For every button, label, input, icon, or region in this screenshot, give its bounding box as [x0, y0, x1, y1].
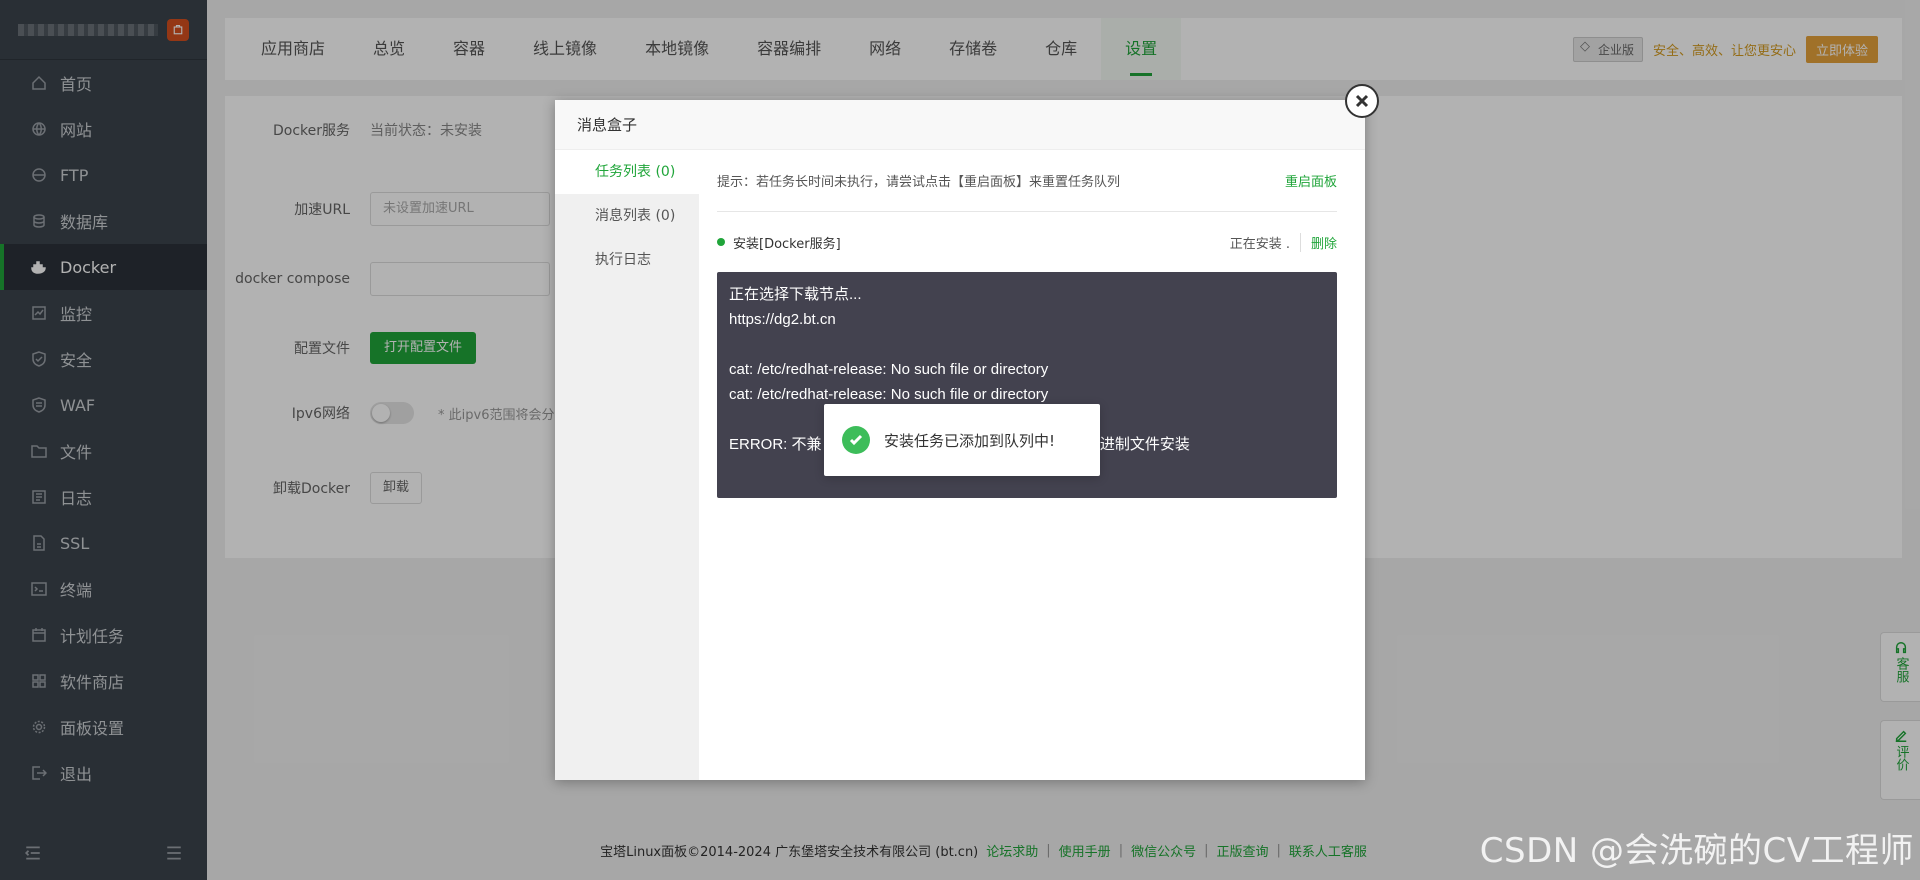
task-status: 正在安装 .	[1230, 232, 1301, 252]
modal-title: 消息盒子	[555, 100, 1365, 150]
success-toast: 安装任务已添加到队列中!	[824, 404, 1100, 476]
toast-message: 安装任务已添加到队列中!	[884, 431, 1056, 450]
check-circle-icon	[842, 426, 870, 454]
task-tip-text: 提示：若任务长时间未执行，请尝试点击【重启面板】来重置任务队列	[717, 175, 1121, 190]
task-tip-row: 提示：若任务长时间未执行，请尝试点击【重启面板】来重置任务队列 重启面板	[717, 150, 1337, 212]
close-icon[interactable]	[1345, 84, 1379, 118]
tab-task-list[interactable]: 任务列表 (0)	[555, 150, 699, 194]
task-delete-link[interactable]: 删除	[1311, 233, 1337, 252]
watermark-text: CSDN @会洗碗的CV工程师	[1479, 831, 1914, 871]
restart-panel-link[interactable]: 重启面板	[1285, 171, 1337, 190]
tab-message-list[interactable]: 消息列表 (0)	[555, 194, 699, 238]
modal-tab-list: 任务列表 (0) 消息列表 (0) 执行日志	[555, 150, 699, 780]
task-item: 安装[Docker服务] 正在安装 . 删除	[717, 212, 1337, 272]
log-line: cat: /etc/redhat-release: No such file o…	[729, 361, 1049, 378]
log-line: 正在选择下载节点...	[729, 286, 862, 303]
task-name: 安装[Docker服务]	[733, 236, 841, 252]
log-line: https://dg2.bt.cn	[729, 311, 836, 328]
task-status-dot	[717, 238, 725, 246]
tab-exec-log[interactable]: 执行日志	[555, 238, 699, 282]
